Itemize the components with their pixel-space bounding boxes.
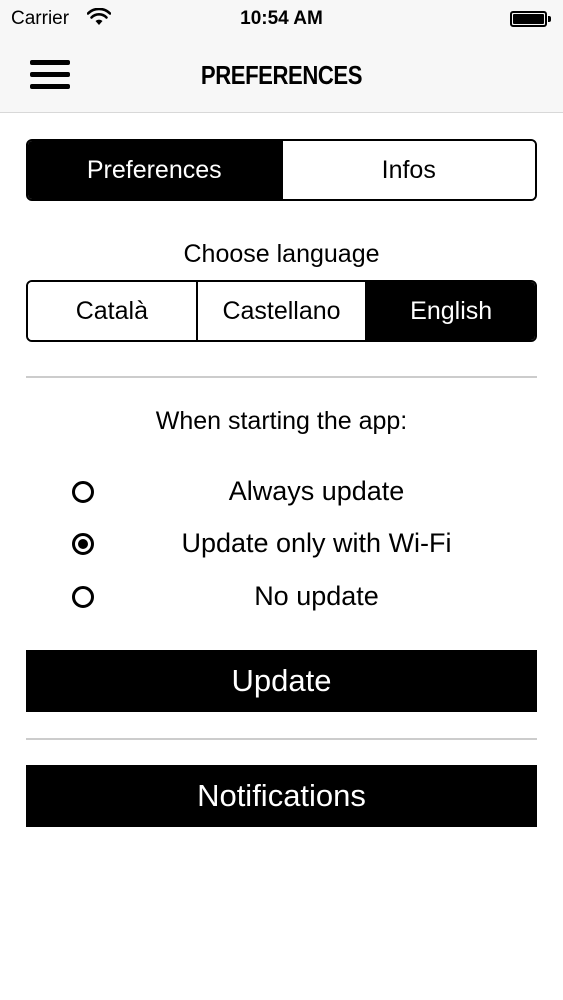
update-button[interactable]: Update bbox=[26, 650, 537, 712]
radio-checked-icon[interactable] bbox=[72, 533, 94, 555]
radio-no-update[interactable]: No update bbox=[0, 575, 563, 619]
radio-update-wifi-only[interactable]: Update only with Wi-Fi bbox=[0, 522, 563, 566]
preferences-screen: Carrier 10:54 AM PREFERENCES Preferences… bbox=[0, 0, 563, 1000]
top-tab-control: Preferences Infos bbox=[26, 139, 537, 201]
tab-preferences[interactable]: Preferences bbox=[28, 141, 283, 199]
status-time: 10:54 AM bbox=[240, 8, 323, 29]
navigation-bar: PREFERENCES bbox=[0, 40, 563, 113]
battery-icon bbox=[510, 11, 547, 27]
language-option-catala[interactable]: Català bbox=[28, 282, 198, 340]
language-selector: Català Castellano English bbox=[26, 280, 537, 342]
radio-unchecked-icon[interactable] bbox=[72, 586, 94, 608]
notifications-button[interactable]: Notifications bbox=[26, 765, 537, 827]
page-title: PREFERENCES bbox=[200, 60, 363, 90]
radio-label: Update only with Wi-Fi bbox=[181, 528, 452, 558]
radio-always-update[interactable]: Always update bbox=[0, 470, 563, 514]
radio-label: Always update bbox=[228, 476, 405, 506]
language-option-castellano[interactable]: Castellano bbox=[197, 282, 368, 340]
status-bar: Carrier 10:54 AM bbox=[0, 0, 563, 40]
language-option-english[interactable]: English bbox=[367, 282, 535, 340]
startup-label: When starting the app: bbox=[155, 407, 408, 435]
divider bbox=[26, 738, 537, 740]
choose-language-label: Choose language bbox=[183, 240, 380, 268]
divider bbox=[26, 376, 537, 378]
tab-infos[interactable]: Infos bbox=[282, 141, 535, 199]
radio-label: No update bbox=[254, 581, 379, 611]
battery-tip bbox=[548, 16, 551, 22]
radio-unchecked-icon[interactable] bbox=[72, 481, 94, 503]
